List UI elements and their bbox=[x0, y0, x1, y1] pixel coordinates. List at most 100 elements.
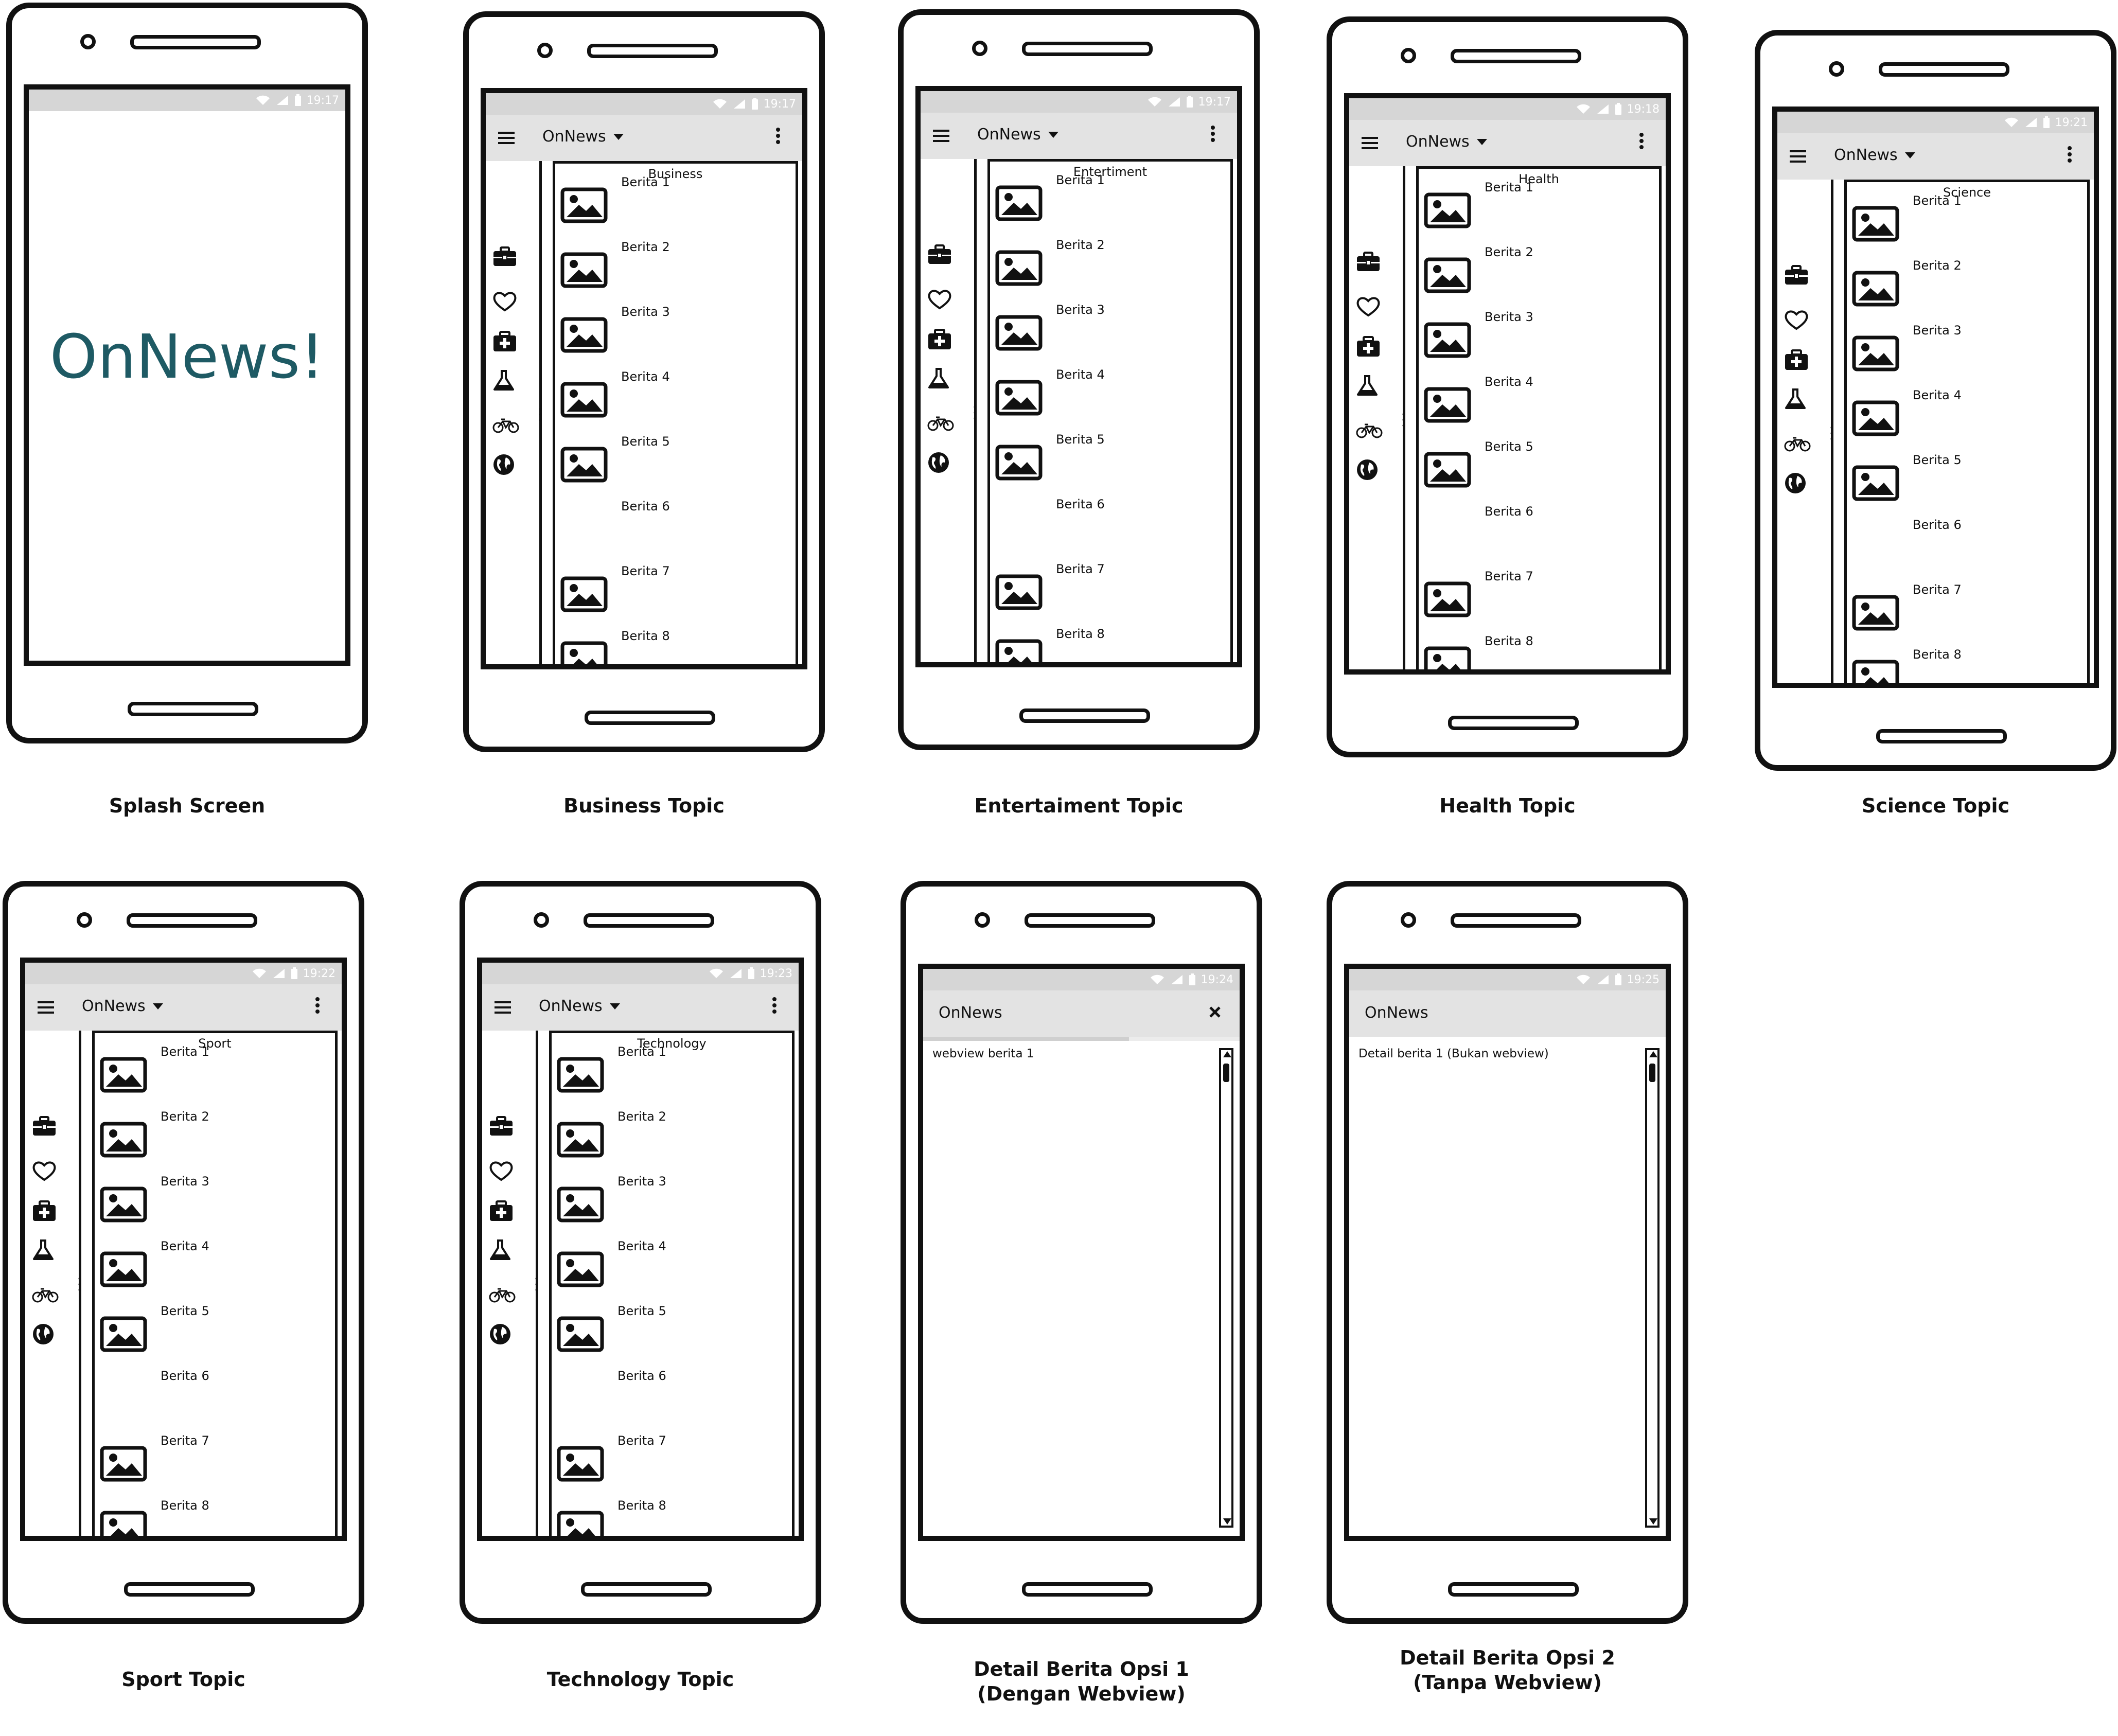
news-list-item[interactable]: Berita 4 bbox=[100, 1228, 337, 1292]
medical-kit-icon[interactable] bbox=[927, 329, 952, 350]
news-list-item[interactable]: Berita 3 bbox=[1424, 298, 1661, 363]
news-list-item[interactable]: Berita 6 bbox=[557, 1357, 793, 1422]
more-options-icon[interactable] bbox=[1210, 125, 1215, 143]
home-button[interactable] bbox=[581, 1582, 712, 1597]
vertical-scrollbar[interactable] bbox=[1219, 1048, 1233, 1528]
vertical-scrollbar[interactable] bbox=[1645, 1048, 1660, 1528]
news-list-item[interactable]: Berita 2 bbox=[100, 1098, 337, 1163]
bicycle-icon[interactable] bbox=[927, 415, 954, 432]
close-icon[interactable] bbox=[1209, 1006, 1221, 1018]
news-list-item[interactable]: Berita 4 bbox=[1852, 377, 2089, 441]
flask-icon[interactable] bbox=[1784, 387, 1807, 410]
briefcase-icon[interactable] bbox=[489, 1116, 514, 1137]
news-list-item[interactable]: Berita 4 bbox=[560, 358, 797, 423]
medical-kit-icon[interactable] bbox=[32, 1200, 57, 1222]
webview-content[interactable]: webview berita 1 bbox=[923, 1037, 1240, 1536]
hamburger-menu-icon[interactable] bbox=[1790, 150, 1806, 163]
news-list-item[interactable]: Berita 7 bbox=[557, 1422, 793, 1487]
drawer-handle-icon[interactable] bbox=[539, 407, 542, 422]
news-list-item[interactable]: Berita 3 bbox=[560, 293, 797, 358]
news-list-item[interactable]: Berita 4 bbox=[557, 1228, 793, 1292]
news-list-item[interactable]: Berita 3 bbox=[557, 1163, 793, 1228]
more-options-icon[interactable] bbox=[1639, 132, 1644, 150]
globe-icon[interactable] bbox=[489, 1323, 511, 1345]
news-list-item[interactable]: Berita 1 bbox=[1424, 169, 1661, 234]
scroll-up-icon[interactable] bbox=[1223, 1051, 1231, 1057]
news-list-item[interactable]: Berita 7 bbox=[560, 553, 797, 617]
news-list-item[interactable]: Berita 4 bbox=[1424, 363, 1661, 428]
heart-icon[interactable] bbox=[489, 1160, 514, 1182]
news-list-item[interactable]: Berita 8 bbox=[1852, 636, 2089, 688]
bicycle-icon[interactable] bbox=[1356, 422, 1383, 439]
home-button[interactable] bbox=[124, 1582, 255, 1597]
drawer-handle-icon[interactable] bbox=[1830, 426, 1833, 441]
flask-icon[interactable] bbox=[1356, 374, 1379, 397]
home-button[interactable] bbox=[585, 711, 715, 725]
drawer-handle-icon[interactable] bbox=[974, 405, 977, 420]
scroll-down-icon[interactable] bbox=[1649, 1518, 1657, 1525]
home-button[interactable] bbox=[1448, 716, 1579, 730]
more-options-icon[interactable] bbox=[2067, 146, 2072, 163]
news-list-item[interactable]: Berita 2 bbox=[1852, 247, 2089, 312]
news-list-item[interactable]: Berita 5 bbox=[995, 421, 1232, 486]
news-list-item[interactable]: Berita 3 bbox=[100, 1163, 337, 1228]
app-title-dropdown[interactable]: OnNews bbox=[542, 128, 624, 146]
news-list-item[interactable]: Berita 1 bbox=[557, 1033, 793, 1098]
home-button[interactable] bbox=[1022, 1582, 1153, 1597]
hamburger-menu-icon[interactable] bbox=[1362, 136, 1378, 150]
more-options-icon[interactable] bbox=[775, 127, 781, 145]
news-list-item[interactable]: Berita 6 bbox=[560, 488, 797, 553]
news-list-item[interactable]: Berita 2 bbox=[995, 226, 1232, 291]
news-list-item[interactable]: Berita 6 bbox=[995, 486, 1232, 551]
globe-icon[interactable] bbox=[1356, 458, 1379, 481]
news-list-item[interactable]: Berita 1 bbox=[995, 162, 1232, 226]
home-button[interactable] bbox=[128, 702, 258, 716]
more-options-icon[interactable] bbox=[772, 997, 777, 1014]
bicycle-icon[interactable] bbox=[1784, 436, 1811, 452]
app-title-dropdown[interactable]: OnNews bbox=[82, 997, 163, 1015]
news-list-item[interactable]: Berita 8 bbox=[1424, 623, 1661, 675]
news-list-item[interactable]: Berita 4 bbox=[995, 356, 1232, 421]
home-button[interactable] bbox=[1448, 1582, 1579, 1597]
bicycle-icon[interactable] bbox=[32, 1287, 59, 1303]
news-list-item[interactable]: Berita 1 bbox=[560, 164, 797, 228]
news-list-item[interactable]: Berita 5 bbox=[100, 1292, 337, 1357]
hamburger-menu-icon[interactable] bbox=[933, 129, 949, 143]
scroll-down-icon[interactable] bbox=[1223, 1518, 1231, 1525]
globe-icon[interactable] bbox=[492, 453, 515, 476]
news-list-item[interactable]: Berita 6 bbox=[100, 1357, 337, 1422]
drawer-handle-icon[interactable] bbox=[1402, 412, 1405, 428]
heart-icon[interactable] bbox=[1356, 296, 1381, 317]
briefcase-icon[interactable] bbox=[1784, 265, 1809, 286]
news-list-item[interactable]: Berita 3 bbox=[1852, 312, 2089, 377]
news-list-item[interactable]: Berita 1 bbox=[100, 1033, 337, 1098]
medical-kit-icon[interactable] bbox=[1356, 336, 1381, 358]
news-list-item[interactable]: Berita 7 bbox=[1424, 558, 1661, 623]
news-list-item[interactable]: Berita 2 bbox=[1424, 234, 1661, 298]
heart-icon[interactable] bbox=[927, 289, 952, 310]
flask-icon[interactable] bbox=[492, 369, 515, 392]
flask-icon[interactable] bbox=[489, 1238, 511, 1261]
news-list-item[interactable]: Berita 5 bbox=[1424, 428, 1661, 493]
news-list-item[interactable]: Berita 7 bbox=[995, 551, 1232, 615]
heart-icon[interactable] bbox=[492, 291, 517, 312]
news-list-item[interactable]: Berita 7 bbox=[100, 1422, 337, 1487]
briefcase-icon[interactable] bbox=[1356, 252, 1381, 272]
briefcase-icon[interactable] bbox=[32, 1116, 57, 1137]
news-list-item[interactable]: Berita 7 bbox=[1852, 571, 2089, 636]
more-options-icon[interactable] bbox=[315, 997, 320, 1014]
news-list-item[interactable]: Berita 5 bbox=[560, 423, 797, 488]
hamburger-menu-icon[interactable] bbox=[38, 1001, 54, 1014]
heart-icon[interactable] bbox=[32, 1160, 57, 1182]
briefcase-icon[interactable] bbox=[927, 244, 952, 265]
scroll-thumb[interactable] bbox=[1649, 1064, 1655, 1082]
news-list-item[interactable]: Berita 6 bbox=[1852, 506, 2089, 571]
bicycle-icon[interactable] bbox=[492, 417, 519, 434]
news-list-item[interactable]: Berita 5 bbox=[557, 1292, 793, 1357]
news-list-item[interactable]: Berita 3 bbox=[995, 291, 1232, 356]
news-list-item[interactable]: Berita 6 bbox=[1424, 493, 1661, 558]
news-list-item[interactable]: Berita 8 bbox=[100, 1487, 337, 1541]
drawer-handle-icon[interactable] bbox=[535, 1277, 538, 1292]
scroll-thumb[interactable] bbox=[1223, 1064, 1229, 1082]
app-title-dropdown[interactable]: OnNews bbox=[1406, 133, 1487, 151]
